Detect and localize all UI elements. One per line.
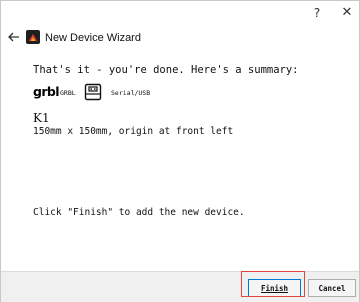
finish-button[interactable]: Finish <box>248 279 301 297</box>
finish-button-label: Finish <box>260 284 289 293</box>
wizard-title: New Device Wizard <box>45 32 141 44</box>
device-description: 150mm x 150mm, origin at front left <box>33 126 234 137</box>
connection-label: Serial/USB <box>111 89 151 97</box>
summary-intro: That's it - you're done. Here's a summar… <box>33 64 299 76</box>
close-button[interactable]: ✕ <box>337 4 357 22</box>
help-button[interactable]: ? <box>307 4 327 22</box>
firmware-connection-row: grbl GRBL Serial/USB <box>33 83 333 105</box>
device-name: K1 <box>33 111 50 125</box>
firmware-label: GRBL <box>60 89 76 97</box>
new-device-wizard-dialog: ? ✕ New Device Wizard That's it - you're… <box>0 0 360 302</box>
cancel-button[interactable]: Cancel <box>308 279 356 297</box>
wizard-footer: Finish Cancel <box>1 271 359 302</box>
usb-serial-icon <box>84 83 102 101</box>
arrow-left-icon[interactable] <box>6 29 22 45</box>
grbl-logo: grbl <box>33 84 60 99</box>
wizard-header: New Device Wizard <box>1 27 359 49</box>
title-bar: ? ✕ <box>1 1 359 25</box>
lightburn-wizard-icon <box>26 30 40 44</box>
finish-hint: Click "Finish" to add the new device. <box>33 207 245 218</box>
